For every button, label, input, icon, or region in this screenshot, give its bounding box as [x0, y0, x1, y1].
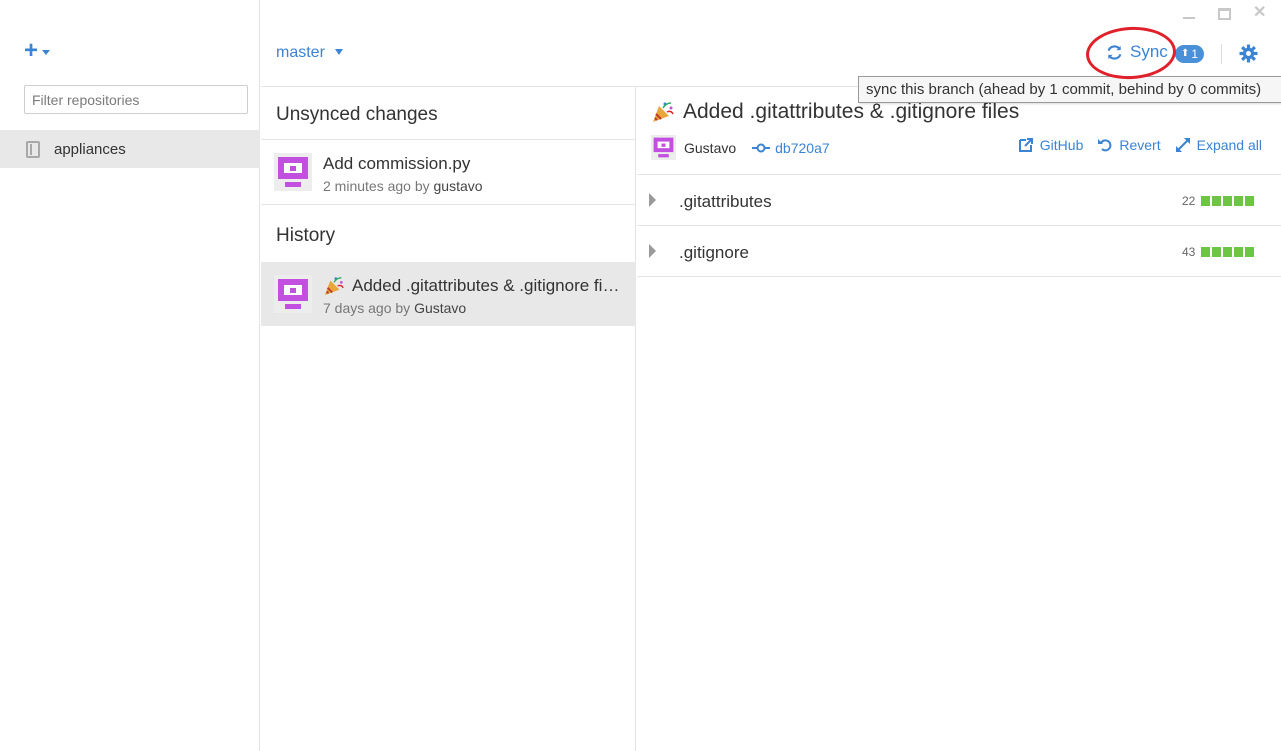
avatar: [651, 135, 676, 160]
unsynced-changes-heading: Unsynced changes: [276, 104, 438, 125]
gear-icon[interactable]: [1239, 44, 1258, 63]
branch-name: master: [276, 44, 325, 61]
window-controls: ✕: [1182, 5, 1267, 21]
commit-meta: 7 days ago by Gustavo: [323, 300, 466, 316]
header-separator: [1221, 44, 1222, 64]
caret-right-icon[interactable]: [649, 193, 656, 207]
minimize-button[interactable]: [1182, 6, 1196, 20]
caret-down-icon: [42, 49, 51, 55]
sync-label: Sync: [1130, 42, 1168, 61]
repository-icon: [26, 140, 40, 158]
branch-selector[interactable]: master: [276, 44, 343, 62]
commit-detail-title-text: Added .gitattributes & .gitignore files: [683, 100, 1020, 123]
commit-detail-pane: Added .gitattributes & .gitignore files …: [637, 87, 1281, 751]
file-additions-count: 22: [1182, 194, 1196, 208]
github-label: GitHub: [1039, 137, 1084, 153]
commit-actions: GitHub Revert Expand all: [1018, 137, 1262, 153]
repository-sidebar: + appliances: [0, 0, 260, 751]
diffstat-bar: [1201, 247, 1254, 257]
file-name: .gitignore: [679, 243, 749, 262]
filter-repositories-input[interactable]: [24, 85, 248, 114]
commit-sha: db720a7: [775, 139, 830, 156]
avatar: [274, 153, 312, 191]
expand-all-button[interactable]: Expand all: [1175, 137, 1262, 153]
commit-sha-link[interactable]: db720a7: [752, 140, 830, 156]
commit-title-wrapper: Added .gitattributes & .gitignore files: [323, 275, 623, 297]
repository-label: appliances: [54, 140, 126, 158]
repository-item-appliances[interactable]: appliances: [0, 130, 260, 168]
expand-all-label: Expand all: [1196, 137, 1262, 153]
revert-button[interactable]: Revert: [1097, 137, 1161, 153]
commit-icon: [752, 143, 771, 152]
file-row[interactable]: .gitignore 43: [637, 226, 1281, 276]
file-additions-count: 43: [1182, 245, 1196, 259]
party-popper-icon: [653, 102, 674, 122]
commit-detail-meta: Gustavo db720a7: [651, 135, 830, 160]
revert-label: Revert: [1119, 137, 1161, 153]
commit-title: Added .gitattributes & .gitignore files: [352, 276, 623, 295]
caret-right-icon[interactable]: [649, 244, 656, 258]
commit-meta: 2 minutes ago by gustavo: [323, 178, 483, 194]
file-row[interactable]: .gitattributes 22: [637, 175, 1281, 225]
external-link-icon: [1018, 138, 1033, 152]
commit-time: 7 days ago by: [323, 300, 415, 316]
history-heading: History: [276, 225, 336, 246]
commit-author: Gustavo: [414, 300, 467, 316]
sync-button[interactable]: Sync: [1106, 42, 1168, 62]
commit-row-unsynced[interactable]: Add commission.py 2 minutes ago by gusta…: [261, 140, 636, 204]
github-desktop-window: ✕ + appliances master Sync ⬆ 1: [0, 0, 1281, 751]
ahead-count: 1: [1191, 47, 1199, 61]
sync-tooltip: sync this branch (ahead by 1 commit, beh…: [858, 76, 1281, 103]
section-divider: [261, 204, 636, 205]
add-repository-button[interactable]: +: [24, 37, 51, 64]
avatar: [274, 275, 312, 313]
close-button[interactable]: ✕: [1253, 5, 1267, 21]
detail-divider: [637, 276, 1281, 277]
party-popper-icon: [324, 277, 344, 296]
commit-list-pane: Unsynced changes Add commission.py 2 min…: [261, 87, 636, 751]
commit-detail-title: Added .gitattributes & .gitignore files: [651, 100, 1019, 124]
commit-title: Add commission.py: [323, 154, 471, 173]
expand-icon: [1175, 138, 1190, 152]
maximize-button[interactable]: [1218, 8, 1231, 20]
commit-author: gustavo: [433, 178, 483, 194]
file-name: .gitattributes: [679, 192, 772, 211]
commit-row-history[interactable]: Added .gitattributes & .gitignore files …: [261, 262, 636, 326]
ahead-count-badge: ⬆ 1: [1175, 45, 1205, 63]
commit-time: 2 minutes ago by: [323, 178, 434, 194]
arrow-up-icon: ⬆: [1181, 48, 1190, 59]
sync-icon: [1107, 44, 1122, 60]
commit-author: Gustavo: [684, 139, 737, 156]
view-on-github-button[interactable]: GitHub: [1018, 137, 1084, 153]
plus-icon: +: [24, 37, 39, 64]
revert-icon: [1098, 139, 1112, 152]
caret-down-icon: [334, 49, 343, 55]
diffstat-bar: [1201, 196, 1254, 206]
